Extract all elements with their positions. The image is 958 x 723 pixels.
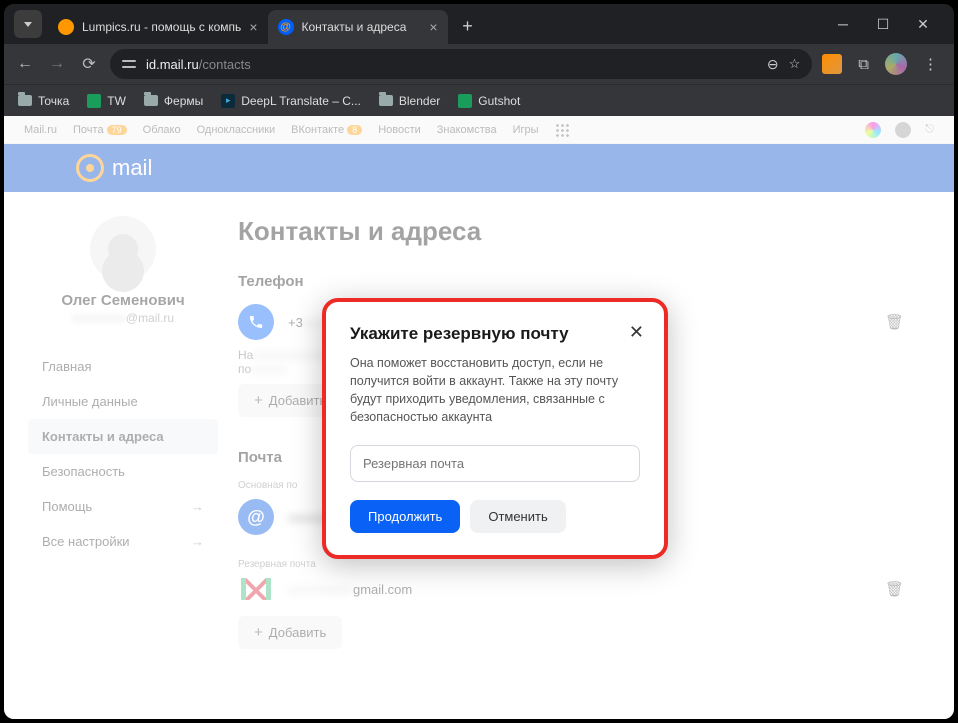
new-tab-button[interactable]: +: [454, 12, 482, 40]
url-text: id.mail.ru/contacts: [146, 57, 757, 72]
bookmark-gutshot[interactable]: Gutshot: [458, 94, 520, 108]
tab-lumpics[interactable]: Lumpics.ru - помощь с компь ×: [48, 10, 268, 44]
forward-button[interactable]: →: [46, 55, 68, 73]
sheets-icon: [87, 94, 101, 108]
address-bar[interactable]: id.mail.ru/contacts ⊖ ☆: [110, 49, 812, 79]
tab-title: Контакты и адреса: [302, 20, 422, 34]
modal-close-button[interactable]: ✕: [629, 322, 644, 343]
bookmark-deepl[interactable]: ▸DeepL Translate – С...: [221, 94, 361, 108]
window-frame: Lumpics.ru - помощь с компь × @ Контакты…: [0, 0, 958, 723]
bookmark-blender[interactable]: Blender: [379, 94, 440, 108]
close-icon[interactable]: ×: [429, 19, 437, 35]
close-window-button[interactable]: ✕: [916, 17, 930, 31]
extension-fox-icon[interactable]: [822, 54, 842, 74]
close-icon[interactable]: ×: [249, 19, 257, 35]
continue-button[interactable]: Продолжить: [350, 500, 460, 533]
reserve-email-modal: Укажите резервную почту ✕ Она поможет во…: [326, 302, 664, 555]
reload-button[interactable]: ⟳: [78, 54, 100, 74]
folder-icon: [379, 95, 393, 106]
modal-highlight-frame: Укажите резервную почту ✕ Она поможет во…: [322, 298, 668, 559]
deepl-icon: ▸: [221, 94, 235, 108]
maximize-button[interactable]: ☐: [876, 17, 890, 31]
modal-title: Укажите резервную почту: [350, 324, 640, 344]
tab-contacts[interactable]: @ Контакты и адреса ×: [268, 10, 448, 44]
tab-strip: Lumpics.ru - помощь с компь × @ Контакты…: [4, 4, 954, 44]
folder-icon: [144, 95, 158, 106]
bookmark-tw[interactable]: TW: [87, 94, 126, 108]
window-controls: ─ ☐ ✕: [836, 4, 948, 44]
sheets-icon: [458, 94, 472, 108]
menu-icon[interactable]: ⋮: [923, 55, 938, 73]
bookmark-tochka[interactable]: Точка: [18, 94, 69, 108]
browser-toolbar: ← → ⟳ id.mail.ru/contacts ⊖ ☆ ⧉ ⋮: [4, 44, 954, 84]
chevron-down-icon: [24, 22, 32, 27]
minimize-button[interactable]: ─: [836, 17, 850, 31]
tab-search-button[interactable]: [14, 10, 42, 38]
extensions-icon[interactable]: ⧉: [858, 56, 869, 73]
back-button[interactable]: ←: [14, 55, 36, 73]
profile-avatar-icon[interactable]: [885, 53, 907, 75]
bookmark-star-icon[interactable]: ☆: [789, 56, 801, 72]
toolbar-actions: ⧉ ⋮: [822, 53, 944, 75]
bookmark-fermy[interactable]: Фермы: [144, 94, 203, 108]
mailru-favicon-icon: @: [278, 19, 294, 35]
folder-icon: [18, 95, 32, 106]
lumpics-favicon-icon: [58, 19, 74, 35]
cancel-button[interactable]: Отменить: [470, 500, 565, 533]
tab-title: Lumpics.ru - помощь с компь: [82, 20, 241, 34]
zoom-icon[interactable]: ⊖: [767, 56, 779, 73]
reserve-email-input[interactable]: [350, 445, 640, 482]
modal-description: Она поможет восстановить доступ, если не…: [350, 354, 640, 427]
bookmarks-bar: Точка TW Фермы ▸DeepL Translate – С... B…: [4, 84, 954, 116]
site-settings-icon[interactable]: [122, 57, 136, 71]
